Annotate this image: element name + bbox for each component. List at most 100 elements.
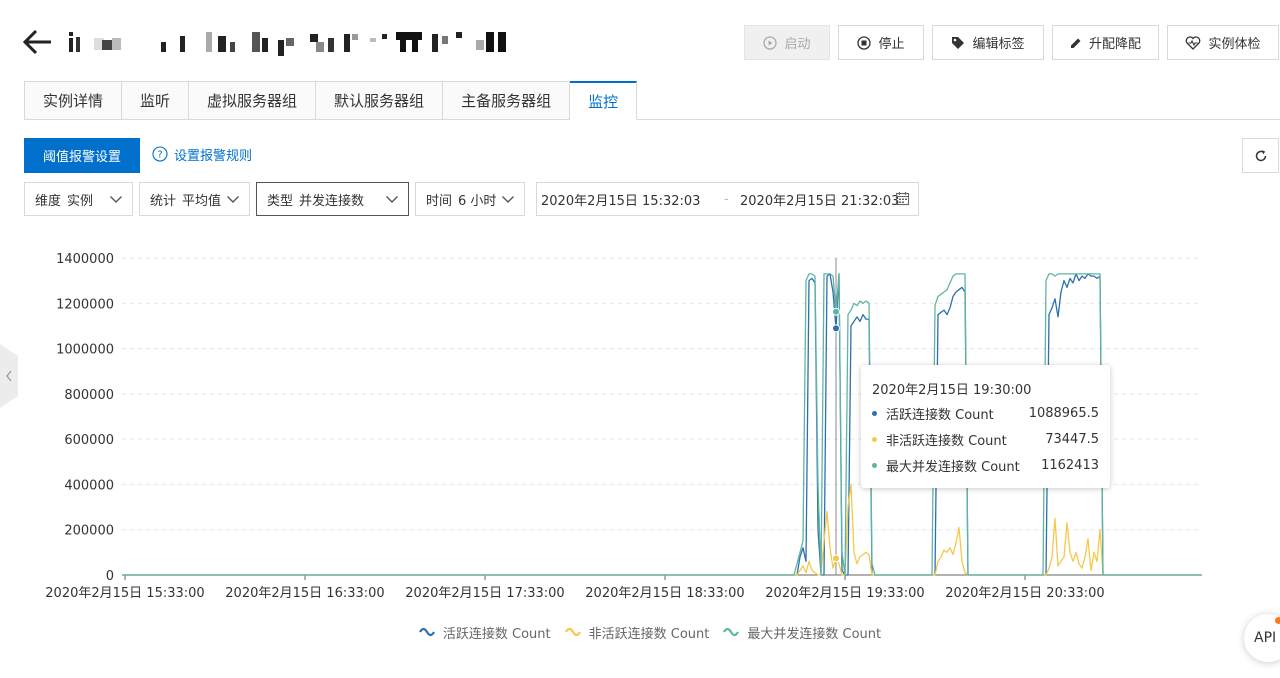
end-date-field[interactable]: 2020年2月15日 21:32:03 [740,190,899,209]
dimension-select-label: 维度 [35,193,62,209]
hover-point [832,307,840,316]
help-circle-icon: ? [152,146,168,162]
date-range-separator: - [724,191,729,207]
legend-item-inactive[interactable]: 非活跃连接数 Count [564,622,710,642]
edit-pencil-icon [1070,38,1081,48]
chevron-down-icon [502,196,514,203]
dimension-select-value: 实例 [67,193,94,209]
alarm-rules-link[interactable]: ? 设置报警规则 [152,144,252,164]
chart-tooltip: 2020年2月15日 19:30:00 活跃连接数 Count 1088965.… [861,365,1110,488]
refresh-button[interactable] [1242,138,1279,173]
health-check-button[interactable]: 实例体检 [1167,25,1279,60]
tooltip-row-active: 活跃连接数 Count 1088965.5 [872,404,1099,423]
start-button[interactable]: 启动 [744,25,830,60]
refresh-icon [1255,149,1266,161]
tab-label: 主备服务器组 [461,92,552,110]
x-tick-label: 2020年2月15日 19:33:00 [765,586,924,601]
x-tick-label: 2020年2月15日 20:33:00 [945,586,1104,601]
time-range-select-value: 6 小时 [458,193,497,209]
tab-label: 监控 [588,92,619,111]
metric-type-select-label: 类型 [267,193,294,209]
stop-button-label: 停止 [878,37,905,52]
tab-label: 默认服务器组 [334,92,425,110]
threshold-alarm-button-label: 阈值报警设置 [42,150,121,165]
statistic-select-value: 平均值 [182,193,222,209]
tooltip-row-name: 活跃连接数 Count [886,407,994,423]
tab-label: 监听 [140,92,171,110]
tab-default-server-group[interactable]: 默认服务器组 [316,81,444,120]
series-dot-icon [872,462,877,468]
stop-button[interactable]: 停止 [838,25,924,60]
back-arrow-icon[interactable] [22,28,54,56]
time-range-select[interactable]: 时间 6 小时 [415,182,525,216]
chevron-down-icon [227,196,239,203]
x-tick-label: 2020年2月15日 17:33:00 [405,586,564,601]
chevron-down-icon [386,196,398,203]
date-range-picker[interactable]: 2020年2月15日 15:32:03 - 2020年2月15日 21:32:0… [536,182,919,216]
legend-label: 非活跃连接数 Count [588,626,710,642]
y-tick-label: 200000 [64,524,114,539]
hover-point [832,324,840,333]
tag-icon [952,36,965,49]
y-tick-label: 0 [106,569,114,584]
legend-label: 活跃连接数 Count [442,626,551,642]
svg-text:?: ? [157,150,162,161]
stop-circle-icon [857,35,872,50]
threshold-alarm-button[interactable]: 阈值报警设置 [24,138,140,173]
redacted-instance-title [69,32,506,56]
chart-legend: 活跃连接数 Count 非活跃连接数 Count 最大并发连接数 Count [0,622,1280,642]
y-tick-label: 600000 [64,433,114,448]
tooltip-row-inactive: 非活跃连接数 Count 73447.5 [872,430,1099,449]
tooltip-row-value: 1162413 [1041,457,1099,473]
y-tick-label: 1400000 [56,252,114,267]
tooltip-row-value: 73447.5 [1045,431,1099,447]
hover-point [832,554,840,563]
statistic-select[interactable]: 统计 平均值 [139,182,250,216]
alarm-rules-link-label: 设置报警规则 [174,148,253,164]
upgrade-downgrade-button[interactable]: 升配降配 [1052,25,1159,60]
statistic-select-label: 统计 [150,193,177,209]
legend-item-max[interactable]: 最大并发连接数 Count [723,622,881,642]
wave-line-icon [564,627,581,637]
y-tick-label: 800000 [64,388,114,403]
start-date-field[interactable]: 2020年2月15日 15:32:03 [541,190,700,209]
health-check-button-label: 实例体检 [1208,37,1261,52]
tooltip-row-name: 最大并发连接数 Count [886,459,1020,475]
time-range-select-label: 时间 [426,193,453,209]
y-tick-label: 400000 [64,478,114,493]
chevron-down-icon [110,196,122,203]
tooltip-timestamp: 2020年2月15日 19:30:00 [872,383,1032,398]
upgrade-downgrade-button-label: 升配降配 [1088,37,1141,52]
edit-tags-button[interactable]: 编辑标签 [932,25,1044,60]
x-tick-label: 2020年2月15日 16:33:00 [225,586,384,601]
legend-label: 最大并发连接数 Count [747,626,882,642]
y-tick-label: 1200000 [56,297,114,312]
tooltip-row-name: 非活跃连接数 Count [886,433,1007,449]
tab-label: 虚拟服务器组 [207,92,298,110]
wave-line-icon [418,627,435,637]
tab-instance-details[interactable]: 实例详情 [24,81,123,120]
tab-master-slave-groups[interactable]: 主备服务器组 [443,81,571,120]
y-tick-label: 1000000 [56,343,114,358]
play-circle-icon [763,35,778,50]
instance-header: 启动 停止 编辑标签 升配降配 实例体检 [0,0,1280,80]
metric-type-select-value: 并发连接数 [299,193,365,209]
metric-type-select[interactable]: 类型 并发连接数 [256,182,409,216]
tooltip-row-value: 1088965.5 [1028,405,1099,421]
legend-item-active[interactable]: 活跃连接数 Count [418,622,551,642]
detail-tabs: 实例详情 监听 虚拟服务器组 默认服务器组 主备服务器组 监控 [24,81,638,120]
series-dot-icon [872,410,877,416]
api-button-label: API [1254,630,1277,646]
dimension-select[interactable]: 维度 实例 [24,182,133,216]
edit-tags-button-label: 编辑标签 [972,37,1025,52]
wave-line-icon [723,627,740,637]
series-dot-icon [872,436,877,442]
x-tick-label: 2020年2月15日 15:33:00 [45,586,204,601]
tab-listeners[interactable]: 监听 [122,81,190,120]
x-tick-label: 2020年2月15日 18:33:00 [585,586,744,601]
tab-vserver-groups[interactable]: 虚拟服务器组 [189,81,317,120]
heart-pulse-icon [1186,35,1201,50]
start-button-label: 启动 [784,37,811,52]
notification-dot [1275,617,1280,624]
tab-monitoring[interactable]: 监控 [570,81,638,120]
